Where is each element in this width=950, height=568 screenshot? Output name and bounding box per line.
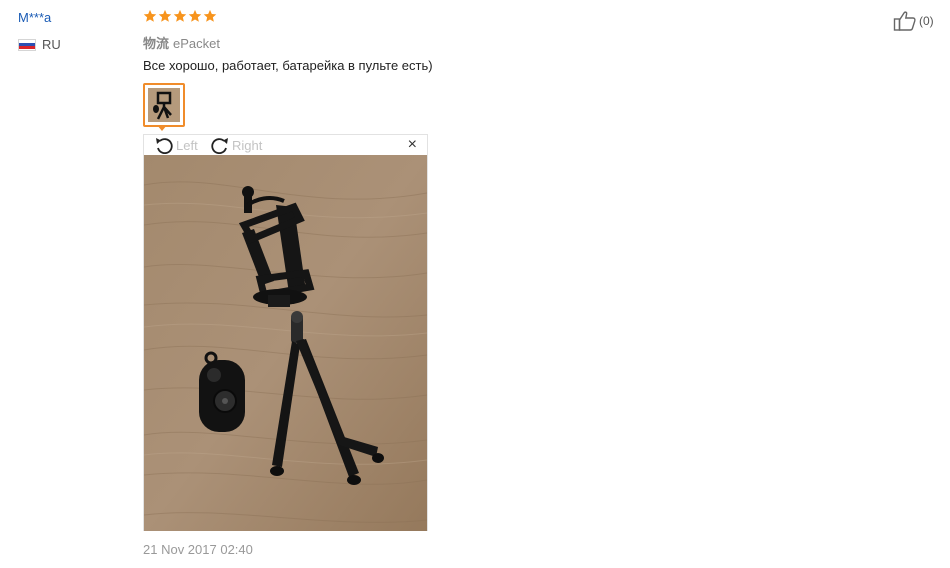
star-rating [143,9,217,23]
helpful-button[interactable]: (0) [893,10,934,32]
thumbnail-selected-caret [157,125,167,131]
star-icon [188,9,202,22]
photo-viewer-toolbar: Left Right × [144,135,427,155]
shipping-label: 物流 [143,36,170,51]
rotate-left-icon [156,138,173,154]
review-photo-thumbnail[interactable] [143,83,185,127]
shipping-method: ePacket [173,36,220,51]
review-date: 21 Nov 2017 02:40 [143,542,253,557]
reviewer-country: RU [18,37,61,52]
review-photo [144,155,427,531]
star-icon [158,9,172,22]
rotate-left-button[interactable]: Left [154,136,198,154]
star-icon [143,9,157,22]
rotate-right-icon [211,138,228,154]
country-code: RU [42,37,61,52]
photo-thumbnail-image [148,88,180,122]
close-icon[interactable]: × [408,137,417,153]
review-item: M***a RU 物流 ePacket Все хорошо, работает,… [0,0,950,568]
reviewer-name[interactable]: M***a [18,10,51,25]
russia-flag-icon [18,38,36,51]
helpful-count: (0) [919,14,934,28]
star-icon [203,9,217,22]
rotate-right-button[interactable]: Right [210,136,262,154]
star-icon [173,9,187,22]
rotate-right-label: Right [232,137,263,153]
review-text: Все хорошо, работает, батарейка в пульте… [143,58,433,73]
photo-viewer: Left Right × [143,134,428,531]
rotate-left-label: Left [176,137,198,153]
shipping-info: 物流 ePacket [143,33,220,52]
thumbs-up-icon [893,11,916,31]
